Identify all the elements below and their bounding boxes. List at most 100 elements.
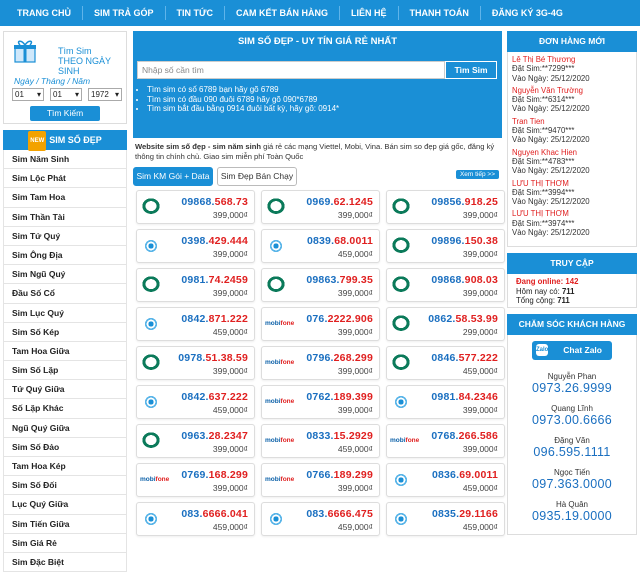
sim-card[interactable]: mobifone 0833.15.2929 459,000₫ xyxy=(261,424,380,458)
day-select[interactable]: 01 xyxy=(12,88,44,101)
sim-card[interactable]: 0835.29.1166 459,000₫ xyxy=(386,502,505,536)
category-item[interactable]: Tứ Quý Giữa xyxy=(3,380,127,400)
category-item[interactable]: Đầu Số Cổ xyxy=(3,284,127,304)
category-item[interactable]: Sim Ngũ Quý xyxy=(3,265,127,285)
sim-number: 0766.189.299 xyxy=(306,469,373,481)
nav-item[interactable]: TIN TỨC xyxy=(166,6,225,20)
category-item[interactable]: Tam Hoa Kép xyxy=(3,457,127,477)
category-item[interactable]: Sim Ông Địa xyxy=(3,245,127,266)
sim-search-button[interactable]: Tìm Sim xyxy=(445,61,497,79)
category-item[interactable]: Tam Hoa Giữa xyxy=(3,341,127,362)
sim-price: 459,000₫ xyxy=(337,522,373,532)
nav-item[interactable]: THANH TOÁN xyxy=(399,6,481,20)
category-item[interactable]: Sim Số Đảo xyxy=(3,437,127,457)
tab-best-seller[interactable]: Sim Đẹp Bán Chạy xyxy=(217,167,297,186)
sim-number: 0963.28.2347 xyxy=(181,430,248,442)
see-more-link[interactable]: Xem tiếp >> xyxy=(455,170,499,179)
carrier-logo-icon xyxy=(390,393,412,411)
carrier-logo-icon xyxy=(390,276,412,294)
chat-zalo-button[interactable]: Zalo Chat Zalo xyxy=(532,341,612,360)
sim-card[interactable]: 0842.871.222 459,000₫ xyxy=(136,307,255,341)
nav-item[interactable]: ĐĂNG KÝ 3G-4G xyxy=(481,6,574,20)
sim-card[interactable]: 09863.799.35 399,000₫ xyxy=(261,268,380,302)
sim-card[interactable]: 09856.918.25 399,000₫ xyxy=(386,190,505,224)
sim-card[interactable]: mobifone 0769.168.299 399,000₫ xyxy=(136,463,255,497)
contact-phone[interactable]: 097.363.0000 xyxy=(508,477,636,491)
category-item[interactable]: Sim Số Lặp xyxy=(3,361,127,381)
find-button[interactable]: Tìm Kiếm xyxy=(30,106,100,121)
category-item[interactable]: Ngũ Quý Giữa xyxy=(3,418,127,438)
top-nav: TRANG CHỦ SIM TRẢ GÓP TIN TỨC CAM KẾT BÁN H… xyxy=(0,0,640,26)
sim-card[interactable]: mobifone 0766.189.299 399,000₫ xyxy=(261,463,380,497)
contact-name: Ngọc Tiến xyxy=(553,468,591,477)
sim-card[interactable]: 0862.58.53.99 299,000₫ xyxy=(386,307,505,341)
nav-item[interactable]: LIÊN HỆ xyxy=(340,6,399,20)
sim-card[interactable]: mobifone 076.2222.906 399,000₫ xyxy=(261,307,380,341)
sim-card[interactable]: 083.6666.041 459,000₫ xyxy=(136,502,255,536)
sim-price: 459,000₫ xyxy=(337,444,373,454)
contact-phone[interactable]: 096.595.1111 xyxy=(508,445,636,459)
sim-card[interactable]: mobifone 0796.268.299 399,000₫ xyxy=(261,346,380,380)
sim-card[interactable]: mobifone 0768.266.586 399,000₫ xyxy=(386,424,505,458)
sim-number: 0762.189.399 xyxy=(306,391,373,403)
sim-number-tail: 69.0011 xyxy=(459,469,498,481)
carrier-logo-icon xyxy=(390,354,412,372)
month-select[interactable]: 01 xyxy=(50,88,82,101)
sim-card[interactable]: mobifone 0762.189.399 399,000₫ xyxy=(261,385,380,419)
sim-number-tail: 568.73 xyxy=(214,196,248,208)
sim-card[interactable]: 0969.62.1245 399,000₫ xyxy=(261,190,380,224)
contact-phone[interactable]: 0973.26.9999 xyxy=(508,381,636,395)
sim-number: 0768.266.586 xyxy=(431,430,498,442)
category-item[interactable]: Sim Năm Sinh xyxy=(3,150,127,170)
nav-item[interactable]: TRANG CHỦ xyxy=(6,6,83,20)
category-item[interactable]: Sim Đặc Biệt xyxy=(3,552,127,572)
contact-phone[interactable]: 0935.19.0000 xyxy=(508,509,636,523)
sim-card[interactable]: 0839.68.0011 459,000₫ xyxy=(261,229,380,263)
category-item[interactable]: Sim Thần Tài xyxy=(3,207,127,227)
sim-number-head: 0842. xyxy=(181,313,209,325)
sim-card[interactable]: 0846.577.222 459,000₫ xyxy=(386,346,505,380)
sim-card[interactable]: 0398.429.444 399,000₫ xyxy=(136,229,255,263)
category-item[interactable]: Sim Số Kép xyxy=(3,322,127,342)
sim-price: 399,000₫ xyxy=(212,483,248,493)
category-item[interactable]: Sim Tiến Giữa xyxy=(3,514,127,534)
sim-number-tail: 6666.041 xyxy=(202,508,248,520)
category-item[interactable]: Sim Tam Hoa xyxy=(3,188,127,208)
year-select[interactable]: 1972 xyxy=(88,88,122,101)
sim-card[interactable]: 0978.51.38.59 399,000₫ xyxy=(136,346,255,380)
contact-phone[interactable]: 0973.00.6666 xyxy=(508,413,636,427)
sim-card[interactable]: 09868.568.73 399,000₫ xyxy=(136,190,255,224)
order-item: Lê Thị Bé Thương Đặt Sim:**7299*** Vào Ngà… xyxy=(512,55,632,83)
sim-card[interactable]: 0981.74.2459 399,000₫ xyxy=(136,268,255,302)
sim-number: 0833.15.2929 xyxy=(306,430,373,442)
orders-list: Lê Thị Bé Thương Đặt Sim:**7299*** Vào Ngà… xyxy=(507,52,637,247)
category-item[interactable]: Lục Quý Giữa xyxy=(3,495,127,515)
category-item[interactable]: Sim Tứ Quý xyxy=(3,226,127,246)
category-item[interactable]: Sim Lục Quý xyxy=(3,303,127,323)
order-item: LƯU THỊ THƠM Đặt Sim:**3974*** Vào Ngày: 2… xyxy=(512,209,632,237)
sim-number-tail: 6666.475 xyxy=(327,508,373,520)
sim-card[interactable]: 0981.84.2346 399,000₫ xyxy=(386,385,505,419)
sim-card[interactable]: 0963.28.2347 399,000₫ xyxy=(136,424,255,458)
carrier-logo-icon: mobifone xyxy=(140,476,170,483)
category-item[interactable]: Số Lặp Khác xyxy=(3,399,127,419)
care-header: CHĂM SÓC KHÁCH HÀNG xyxy=(507,314,637,335)
nav-item[interactable]: SIM TRẢ GÓP xyxy=(83,6,166,20)
nav-item[interactable]: CAM KẾT BÁN HÀNG xyxy=(225,6,340,20)
sim-search-input[interactable]: Nhập số cần tìm xyxy=(137,61,445,79)
sim-number-head: 076. xyxy=(306,313,328,325)
sim-number: 0981.74.2459 xyxy=(181,274,248,286)
sim-card[interactable]: 083.6666.475 459,000₫ xyxy=(261,502,380,536)
sim-card[interactable]: 0842.637.222 459,000₫ xyxy=(136,385,255,419)
sim-card[interactable]: 09868.908.03 399,000₫ xyxy=(386,268,505,302)
category-item[interactable]: Sim Lộc Phát xyxy=(3,169,127,189)
tab-km-data[interactable]: Sim KM Gói + Data xyxy=(133,167,213,186)
today-count: 711 xyxy=(561,286,575,296)
category-header: NEW SIM SỐ ĐẸP xyxy=(3,130,127,151)
sim-price: 399,000₫ xyxy=(462,444,498,454)
category-item[interactable]: Sim Số Đối xyxy=(3,476,127,496)
sim-card[interactable]: 09896.150.38 399,000₫ xyxy=(386,229,505,263)
sim-card[interactable]: 0836.69.0011 459,000₫ xyxy=(386,463,505,497)
category-item[interactable]: Sim Giá Rẻ xyxy=(3,533,127,553)
sim-number: 09863.799.35 xyxy=(306,274,373,286)
